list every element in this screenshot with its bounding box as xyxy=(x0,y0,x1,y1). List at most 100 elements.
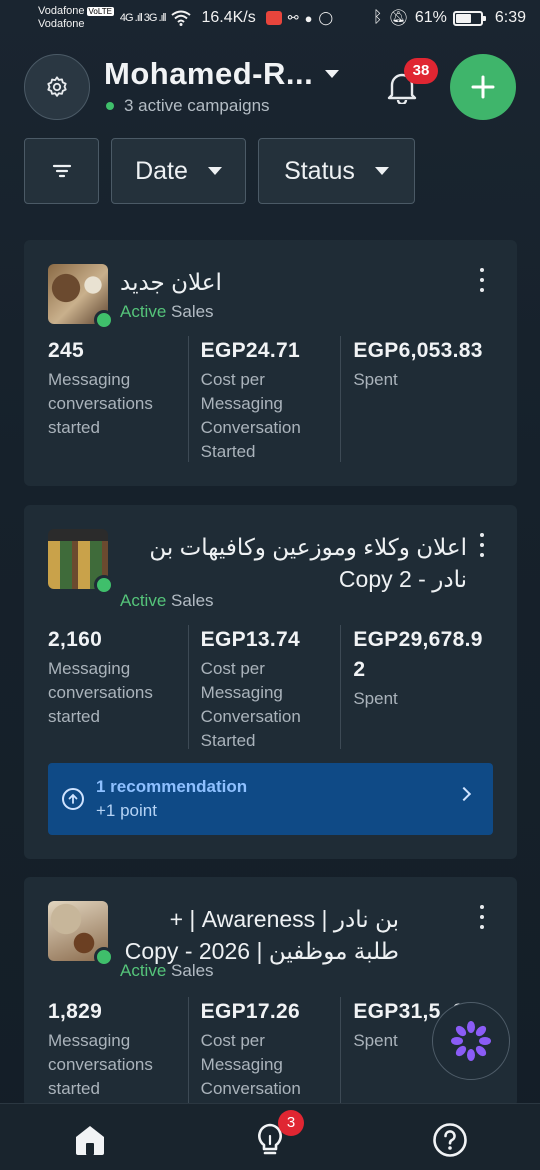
plus-icon xyxy=(471,75,495,99)
carrier-1: Vodafone xyxy=(38,5,85,17)
metric-label: Messaging conversations started xyxy=(48,370,153,437)
campaign-status: Active Sales xyxy=(120,961,214,981)
link-icon: ⚯ xyxy=(287,10,299,25)
campaign-metrics: 1,829 Messaging conversations started EG… xyxy=(48,997,493,1107)
chevron-down-icon xyxy=(325,70,340,78)
metric-value: EGP6,053.83 xyxy=(353,339,483,362)
carrier-2: Vodafone xyxy=(38,18,85,30)
metric-value: 2,160 xyxy=(48,628,103,651)
battery-fill xyxy=(455,13,471,23)
nav-help[interactable] xyxy=(430,1120,470,1160)
objective-text: Sales xyxy=(171,302,214,321)
filter-icon xyxy=(52,164,71,178)
campaign-card[interactable]: اعلان وكلاء وموزعين وكافيهات بن نادر - C… xyxy=(24,505,517,859)
active-dot-icon xyxy=(106,102,114,110)
filter-bar: Date Status xyxy=(24,138,415,204)
recommendation-points: +1 point xyxy=(96,801,157,820)
more-options-button[interactable] xyxy=(477,533,487,557)
metric-value: EGP13.74 xyxy=(200,628,300,651)
active-campaigns-text: 3 active campaigns xyxy=(124,96,270,115)
recommendation-banner[interactable]: 1 recommendation +1 point xyxy=(48,763,493,835)
chevron-down-icon xyxy=(374,167,389,175)
campaign-thumbnail xyxy=(48,529,114,595)
active-status-dot xyxy=(94,947,114,967)
active-status-dot xyxy=(94,575,114,595)
metric-cost-per-result: EGP17.26 Cost per Messaging Conversation xyxy=(187,997,341,1107)
status-filter-label: Status xyxy=(284,156,355,185)
metric-cost-per-result: EGP24.71 Cost per Messaging Conversation… xyxy=(187,336,341,462)
campaign-metrics: 245 Messaging conversations started EGP2… xyxy=(48,336,493,462)
bottom-navigation: 3 xyxy=(0,1103,540,1170)
arrow-up-circle-icon xyxy=(62,788,84,810)
metric-spent: EGP29,678.92 Spent xyxy=(340,625,493,749)
metric-label: Spent xyxy=(353,689,398,708)
sparkle-flower-icon xyxy=(451,1021,491,1061)
campaign-card[interactable]: اعلان جديد Active Sales 245 Messaging co… xyxy=(24,240,517,486)
settings-button[interactable] xyxy=(24,54,90,120)
help-icon xyxy=(433,1123,467,1157)
nav-recommendations[interactable]: 3 xyxy=(250,1110,304,1160)
account-selector[interactable]: Mohamed-R... 3 active campaigns xyxy=(104,56,340,116)
notifications-button[interactable]: 38 xyxy=(386,58,438,106)
nav-home[interactable] xyxy=(70,1120,110,1160)
system-icons: ᛒ 🔕︎ 61% 6:39 xyxy=(373,8,526,28)
status-bar: Vodafone VoLTE Vodafone 4G .ıll 3G .ıll 1… xyxy=(0,0,540,36)
header: Mohamed-R... 3 active campaigns 38 xyxy=(24,52,516,120)
metric-value: 1,829 xyxy=(48,1000,103,1023)
objective-text: Sales xyxy=(171,591,214,610)
home-icon xyxy=(76,1126,104,1155)
account-name: Mohamed-R... xyxy=(104,56,314,91)
status-text: Active xyxy=(120,302,167,321)
metric-label: Cost per Messaging Conversation Started xyxy=(200,659,301,750)
volte-badge: VoLTE xyxy=(86,7,114,16)
campaign-metrics: 2,160 Messaging conversations started EG… xyxy=(48,625,493,750)
app-notification-icon xyxy=(265,11,282,25)
wifi-icon xyxy=(171,10,192,26)
metric-label: Messaging conversations started xyxy=(48,1031,153,1098)
metric-results: 1,829 Messaging conversations started xyxy=(48,997,188,1107)
chevron-right-icon xyxy=(456,786,472,802)
clock: 6:39 xyxy=(494,9,526,26)
metric-results: 245 Messaging conversations started xyxy=(48,336,188,462)
active-status-dot xyxy=(94,310,114,330)
metric-spent: EGP6,053.83 Spent xyxy=(340,336,493,462)
status-text: Active xyxy=(120,961,167,980)
metric-label: Cost per Messaging Conversation Started xyxy=(200,370,301,461)
date-filter-button[interactable]: Date xyxy=(111,138,246,204)
status-text: Active xyxy=(120,591,167,610)
chevron-down-icon xyxy=(207,167,222,175)
notification-icons: ⚯ ● ◯ xyxy=(265,10,333,26)
campaign-thumbnail xyxy=(48,264,114,330)
metric-label: Cost per Messaging Conversation xyxy=(200,1031,301,1098)
sort-filter-button[interactable] xyxy=(24,138,99,204)
campaign-title: اعلان جديد xyxy=(120,269,222,295)
ai-assistant-button[interactable] xyxy=(432,1002,510,1080)
more-options-button[interactable] xyxy=(477,268,487,292)
metric-value: EGP24.71 xyxy=(200,339,300,362)
date-filter-label: Date xyxy=(135,156,188,185)
notifications-badge: 38 xyxy=(404,58,438,84)
recommendation-title: 1 recommendation xyxy=(96,777,248,796)
objective-text: Sales xyxy=(171,961,214,980)
status-filter-button[interactable]: Status xyxy=(258,138,415,204)
battery-icon xyxy=(452,10,486,26)
account-name-row: Mohamed-R... xyxy=(104,56,340,92)
gear-icon xyxy=(47,76,67,97)
more-options-button[interactable] xyxy=(477,905,487,929)
metric-results: 2,160 Messaging conversations started xyxy=(48,625,188,749)
network-speed: 16.4K/s xyxy=(201,9,256,26)
bluetooth-icon: ᛒ xyxy=(372,9,383,26)
campaign-card[interactable]: بن نادر | Awareness | + طلبة موظفين | 20… xyxy=(24,877,517,1107)
battery-percent: 61% xyxy=(414,9,447,26)
mute-icon: 🔕︎ xyxy=(388,10,409,27)
campaign-status: Active Sales xyxy=(120,302,214,322)
metric-value: EGP29,678.92 xyxy=(353,628,483,681)
campaign-thumbnail xyxy=(48,901,114,967)
chat-icon: ● xyxy=(304,10,313,26)
metric-label: Spent xyxy=(353,370,398,389)
metric-value: EGP17.26 xyxy=(200,1000,300,1023)
metric-label: Messaging conversations started xyxy=(48,659,153,726)
active-campaigns-row: 3 active campaigns xyxy=(104,96,339,116)
recommendations-badge: 3 xyxy=(278,1110,304,1136)
create-campaign-button[interactable] xyxy=(450,54,516,120)
